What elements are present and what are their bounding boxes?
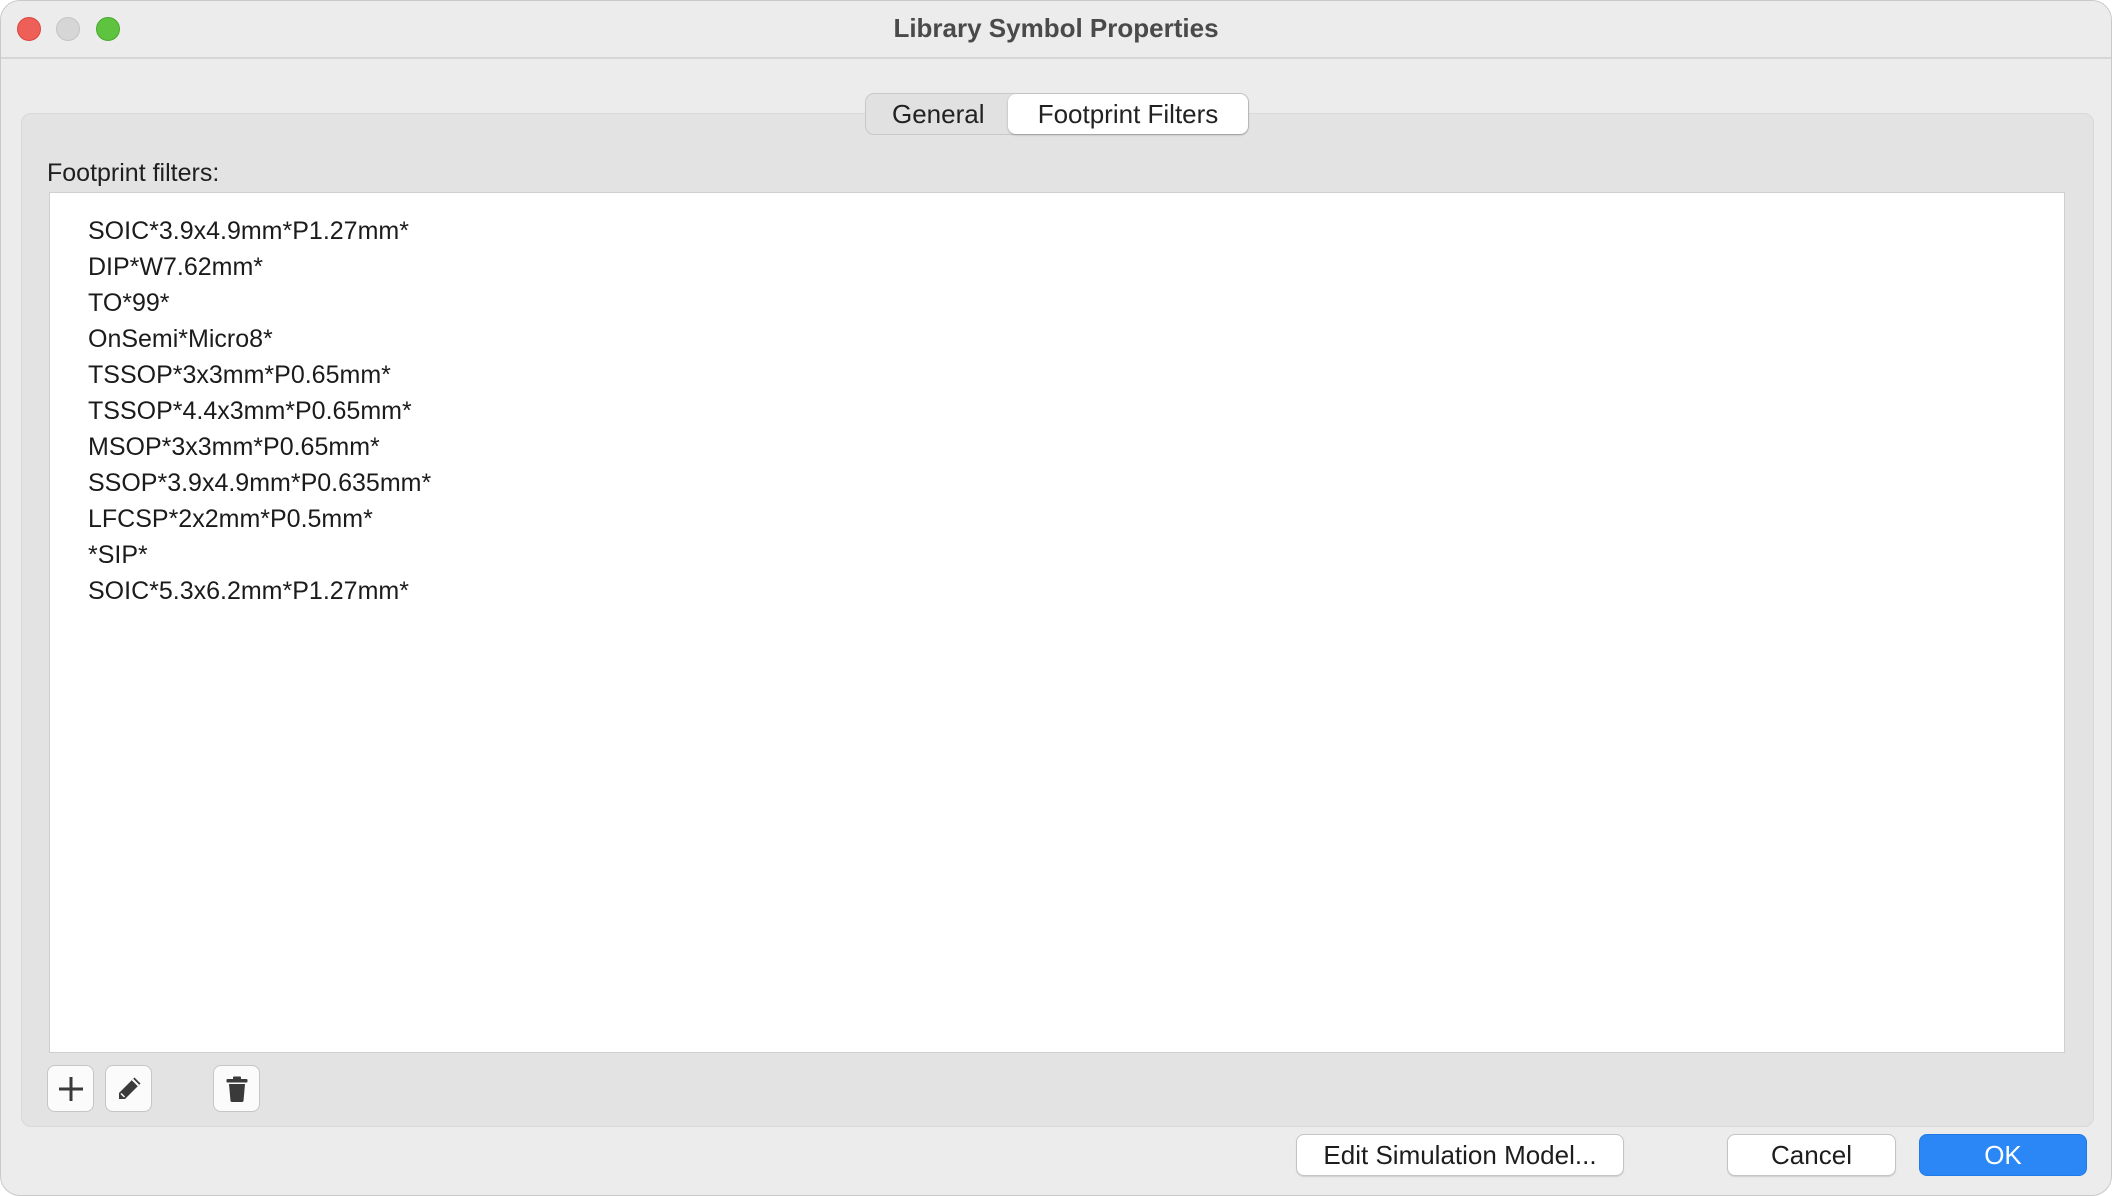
filter-list-item[interactable]: DIP*W7.62mm*: [50, 249, 2064, 285]
pencil-icon: [118, 1077, 140, 1099]
delete-filter-button[interactable]: [213, 1065, 260, 1112]
window-title: Library Symbol Properties: [893, 13, 1219, 43]
tab-footprint-filters[interactable]: Footprint Filters: [1008, 94, 1248, 134]
footprint-filters-label: Footprint filters:: [47, 159, 220, 187]
filter-list-item[interactable]: MSOP*3x3mm*P0.65mm*: [50, 429, 2064, 465]
title-bar: Library Symbol Properties: [1, 1, 2111, 59]
add-filter-button[interactable]: [47, 1065, 94, 1112]
filter-list-item[interactable]: OnSemi*Micro8*: [50, 321, 2064, 357]
ok-button[interactable]: OK: [1919, 1134, 2087, 1176]
filter-list-item[interactable]: TSSOP*4.4x3mm*P0.65mm*: [50, 393, 2064, 429]
edit-simulation-model-button[interactable]: Edit Simulation Model...: [1296, 1134, 1624, 1176]
trash-icon: [226, 1076, 247, 1102]
edit-filter-button[interactable]: [105, 1065, 152, 1112]
tab-general[interactable]: General: [866, 94, 1008, 134]
cancel-button[interactable]: Cancel: [1727, 1134, 1896, 1176]
filter-list-item[interactable]: SOIC*5.3x6.2mm*P1.27mm*: [50, 573, 2064, 609]
filter-list-item[interactable]: SSOP*3.9x4.9mm*P0.635mm*: [50, 465, 2064, 501]
filter-list-item[interactable]: TO*99*: [50, 285, 2064, 321]
tab-bar: General Footprint Filters: [865, 93, 1249, 135]
dialog-window: Library Symbol Properties General Footpr…: [0, 0, 2112, 1196]
filter-list-item[interactable]: *SIP*: [50, 537, 2064, 573]
filter-list-item[interactable]: SOIC*3.9x4.9mm*P1.27mm*: [50, 213, 2064, 249]
footprint-filters-list[interactable]: SOIC*3.9x4.9mm*P1.27mm* DIP*W7.62mm* TO*99…: [49, 192, 2065, 1053]
plus-icon: [58, 1076, 83, 1101]
filter-list-item[interactable]: TSSOP*3x3mm*P0.65mm*: [50, 357, 2064, 393]
filter-list-item[interactable]: LFCSP*2x2mm*P0.5mm*: [50, 501, 2064, 537]
